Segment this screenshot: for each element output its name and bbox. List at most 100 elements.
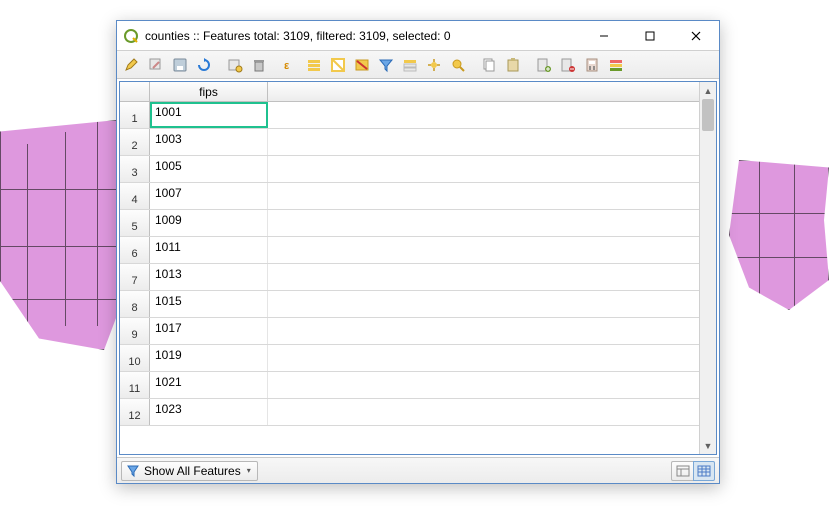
filter-selection-icon <box>378 57 394 73</box>
table-row[interactable]: 41007 <box>120 183 699 210</box>
cell-fips[interactable]: 1005 <box>150 156 268 182</box>
maximize-button[interactable] <box>627 21 673 51</box>
row-header[interactable]: 3 <box>120 156 150 182</box>
cell-fips[interactable]: 1013 <box>150 264 268 290</box>
window-title: counties :: Features total: 3109, filter… <box>145 29 581 43</box>
conditional-formatting-button[interactable] <box>605 54 627 76</box>
delete-column-button[interactable] <box>557 54 579 76</box>
pencil-icon <box>124 57 140 73</box>
row-header[interactable]: 2 <box>120 129 150 155</box>
cell-fips[interactable]: 1011 <box>150 237 268 263</box>
statusbar: Show All Features ▾ <box>117 457 719 483</box>
svg-text:ε: ε <box>284 60 290 72</box>
cell-fips[interactable]: 1001 <box>150 102 268 128</box>
table-row[interactable]: 11001 <box>120 102 699 129</box>
zoom-to-icon <box>450 57 466 73</box>
table-row[interactable]: 111021 <box>120 372 699 399</box>
save-edits-button[interactable] <box>169 54 191 76</box>
invert-selection-icon <box>330 57 346 73</box>
new-column-button[interactable] <box>533 54 555 76</box>
qgis-app-icon <box>123 28 139 44</box>
table-row[interactable]: 21003 <box>120 129 699 156</box>
pan-to-selected-button[interactable] <box>423 54 445 76</box>
new-field-icon <box>227 57 243 73</box>
table-row[interactable]: 61011 <box>120 237 699 264</box>
table-header-row: fips <box>120 82 699 102</box>
table-row[interactable]: 31005 <box>120 156 699 183</box>
table-corner[interactable] <box>120 82 150 101</box>
row-header[interactable]: 8 <box>120 291 150 317</box>
table-container: fips 11001210033100541007510096101171013… <box>119 81 717 455</box>
row-header[interactable]: 6 <box>120 237 150 263</box>
table-body: 1100121003310054100751009610117101381015… <box>120 102 699 454</box>
field-calc-icon <box>584 57 600 73</box>
row-header[interactable]: 1 <box>120 102 150 128</box>
vertical-scrollbar[interactable]: ▲ ▼ <box>699 82 716 454</box>
add-feature-button[interactable] <box>224 54 246 76</box>
multiedit-button[interactable] <box>145 54 167 76</box>
select-all-button[interactable] <box>303 54 325 76</box>
background-map-left <box>0 120 130 350</box>
refresh-icon <box>196 57 212 73</box>
copy-icon <box>481 57 497 73</box>
cell-fips[interactable]: 1007 <box>150 183 268 209</box>
cell-fips[interactable]: 1009 <box>150 210 268 236</box>
filter-label: Show All Features <box>144 464 241 478</box>
filter-selected-button[interactable] <box>375 54 397 76</box>
cell-fips[interactable]: 1019 <box>150 345 268 371</box>
paste-rows-button[interactable] <box>502 54 524 76</box>
save-icon <box>172 57 188 73</box>
table-row[interactable]: 91017 <box>120 318 699 345</box>
cell-fips[interactable]: 1003 <box>150 129 268 155</box>
toggle-editing-button[interactable] <box>121 54 143 76</box>
cell-fips[interactable]: 1021 <box>150 372 268 398</box>
row-header[interactable]: 4 <box>120 183 150 209</box>
reload-button[interactable] <box>193 54 215 76</box>
new-column-icon <box>536 57 552 73</box>
row-header[interactable]: 11 <box>120 372 150 398</box>
toolbar: ε <box>117 51 719 79</box>
zoom-to-selected-button[interactable] <box>447 54 469 76</box>
table-row[interactable]: 101019 <box>120 345 699 372</box>
move-top-icon <box>402 57 418 73</box>
deselect-all-button[interactable] <box>351 54 373 76</box>
cell-fips[interactable]: 1023 <box>150 399 268 425</box>
row-header[interactable]: 10 <box>120 345 150 371</box>
delete-icon <box>251 57 267 73</box>
column-header-fips[interactable]: fips <box>150 82 268 101</box>
field-calculator-button[interactable] <box>581 54 603 76</box>
copy-rows-button[interactable] <box>478 54 500 76</box>
row-header[interactable]: 7 <box>120 264 150 290</box>
table-row[interactable]: 81015 <box>120 291 699 318</box>
delete-feature-button[interactable] <box>248 54 270 76</box>
row-header[interactable]: 9 <box>120 318 150 344</box>
table-row[interactable]: 121023 <box>120 399 699 426</box>
deselect-icon <box>354 57 370 73</box>
row-header[interactable]: 12 <box>120 399 150 425</box>
scroll-down-arrow[interactable]: ▼ <box>700 437 716 454</box>
table-row[interactable]: 51009 <box>120 210 699 237</box>
paste-icon <box>505 57 521 73</box>
scroll-track[interactable] <box>700 99 716 437</box>
table-row[interactable]: 71013 <box>120 264 699 291</box>
form-view-button[interactable] <box>671 461 693 481</box>
scroll-thumb[interactable] <box>702 99 714 131</box>
conditional-format-icon <box>608 57 624 73</box>
table-view-button[interactable] <box>693 461 715 481</box>
scroll-up-arrow[interactable]: ▲ <box>700 82 716 99</box>
titlebar[interactable]: counties :: Features total: 3109, filter… <box>117 21 719 51</box>
show-all-features-button[interactable]: Show All Features ▾ <box>121 461 258 481</box>
invert-selection-button[interactable] <box>327 54 349 76</box>
minimize-button[interactable] <box>581 21 627 51</box>
select-by-expression-button[interactable]: ε <box>279 54 301 76</box>
select-all-icon <box>306 57 322 73</box>
move-selection-top-button[interactable] <box>399 54 421 76</box>
row-header[interactable]: 5 <box>120 210 150 236</box>
cell-fips[interactable]: 1015 <box>150 291 268 317</box>
delete-column-icon <box>560 57 576 73</box>
view-mode-group <box>671 461 715 481</box>
cell-fips[interactable]: 1017 <box>150 318 268 344</box>
close-button[interactable] <box>673 21 719 51</box>
chevron-down-icon: ▾ <box>247 466 251 475</box>
background-map-right <box>729 160 829 310</box>
